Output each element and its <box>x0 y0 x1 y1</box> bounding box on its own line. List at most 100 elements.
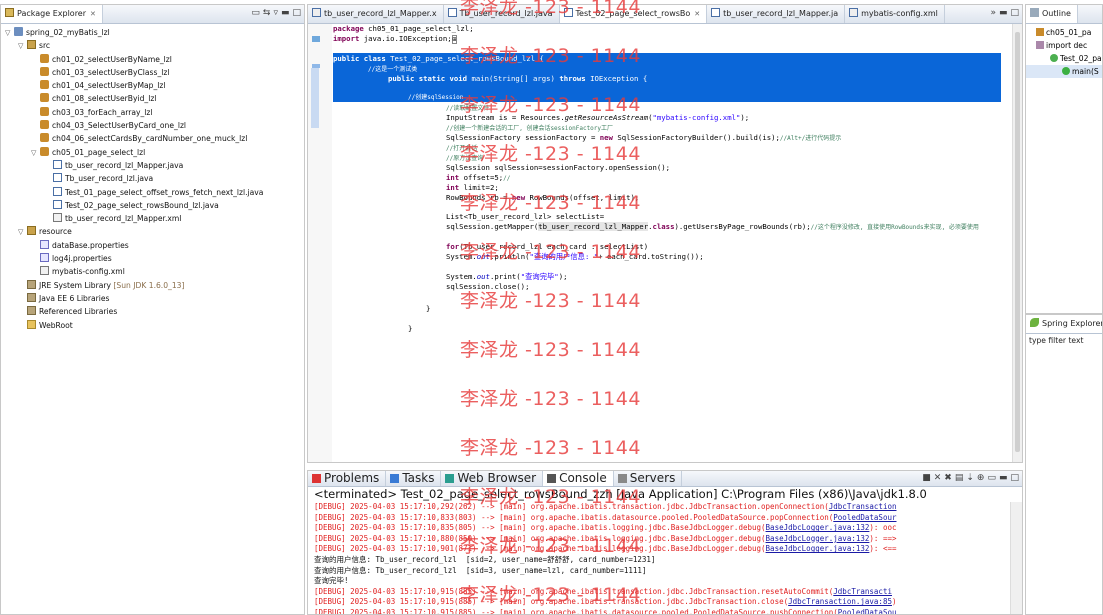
remove-all-icon[interactable]: ✖ <box>944 473 952 483</box>
code-line: System.out.println("查询的用户信息: "+ each_car… <box>446 252 704 261</box>
console-output[interactable]: [DEBUG] 2025-04-03 15:17:10,292(262) -->… <box>308 502 1010 614</box>
view-menu-icon[interactable]: ▿ <box>273 8 278 18</box>
fold-marker-icon[interactable] <box>312 36 320 42</box>
remove-launch-icon[interactable]: ✕ <box>934 473 942 483</box>
source-link[interactable]: BaseJdbcLogger.java:132 <box>766 523 870 532</box>
terminate-icon[interactable]: ■ <box>922 473 931 483</box>
minimize-icon[interactable]: ▬ <box>281 8 290 18</box>
editor-tab[interactable]: Tb_user_record_lzl.java <box>444 5 560 23</box>
tree-item[interactable]: ▽ ch05_01_page_select_lzl <box>1 146 304 159</box>
editor-tab[interactable]: mybatis-config.xml <box>845 5 945 23</box>
scrollbar-thumb[interactable] <box>1015 32 1020 452</box>
console-tab[interactable]: Servers <box>614 471 683 486</box>
tree-item[interactable]: Test_02_page_select_rowsBound_lzl.java <box>1 199 304 212</box>
code-line: System.out.print("查询完毕"); <box>446 272 568 281</box>
filter-input[interactable]: type filter text <box>1026 334 1102 348</box>
tree-item[interactable]: ch01_02_selectUserByName_lzl <box>1 53 304 66</box>
source-link[interactable]: PooledDataSour <box>833 513 896 522</box>
outline-item-label: ch05_01_pa <box>1046 28 1092 37</box>
expand-toggle-icon[interactable]: ▽ <box>31 147 40 160</box>
package-explorer-title: Package Explorer <box>17 9 87 18</box>
tab-overflow-icon[interactable]: » <box>990 8 996 18</box>
editor-tab[interactable]: Test_02_page_select_rowsBo ✕ <box>559 5 708 23</box>
clear-console-icon[interactable]: ▤ <box>955 473 964 483</box>
change-marker <box>311 68 319 128</box>
console-tab[interactable]: Tasks <box>386 471 442 486</box>
close-icon[interactable]: ✕ <box>90 10 96 18</box>
link-editor-icon[interactable]: ⇆ <box>263 8 271 18</box>
collapse-all-icon[interactable]: ▭ <box>251 8 260 18</box>
code-line: package ch05_01_page_select_lzl; <box>333 24 474 33</box>
tree-item-label: ch01_04_selectUserByMap_lzl <box>52 81 166 91</box>
source-link[interactable]: BaseJdbcLogger.java:132 <box>766 534 870 543</box>
outline-item-class[interactable]: Test_02_pa <box>1026 52 1102 65</box>
maximize-icon[interactable]: □ <box>292 8 301 18</box>
console-panel: Problems Tasks Web Browser Console Servers ■… <box>307 470 1023 615</box>
tab-outline[interactable]: Outline <box>1026 5 1078 23</box>
console-tab[interactable]: Problems <box>308 471 387 486</box>
pin-console-icon[interactable]: ⊕ <box>977 473 985 483</box>
tree-item-label: Java EE 6 Libraries <box>39 293 110 303</box>
tree-item[interactable]: ch01_08_selectUserByid_lzl <box>1 92 304 105</box>
tree-item-label: ch01_02_selectUserByName_lzl <box>52 54 172 64</box>
minimize-icon[interactable]: ▬ <box>999 8 1008 18</box>
console-tab[interactable]: Console <box>543 471 614 486</box>
tree-item[interactable]: tb_user_record_lzl_Mapper.xml <box>1 212 304 225</box>
tree-item[interactable]: Test_01_page_select_offset_rows_fetch_ne… <box>1 186 304 199</box>
code-line: int limit=2; <box>446 183 499 192</box>
source-link[interactable]: JdbcTransaction <box>829 502 897 511</box>
expand-toggle-icon[interactable]: ▽ <box>18 226 27 239</box>
tree-item[interactable]: log4j.properties <box>1 252 304 265</box>
maximize-icon[interactable]: □ <box>1010 8 1019 18</box>
outline-item-method[interactable]: main(S <box>1026 65 1102 78</box>
tree-item[interactable]: tb_user_record_lzl_Mapper.java <box>1 159 304 172</box>
tree-item[interactable]: ▽ src <box>1 39 304 52</box>
source-link[interactable]: PooledDataSou <box>838 608 897 614</box>
minimize-icon[interactable]: ▬ <box>999 473 1008 483</box>
tree-item[interactable]: ▽ resource <box>1 225 304 238</box>
display-console-icon[interactable]: ▭ <box>987 473 996 483</box>
code-area[interactable]: package ch05_01_page_select_lzl; import … <box>308 24 1012 462</box>
tab-spring-explorer[interactable]: Spring Explorer <box>1026 315 1102 333</box>
tree-item[interactable]: ▽ spring_02_myBatis_lzl <box>1 26 304 39</box>
tree-item[interactable]: Java EE 6 Libraries <box>1 292 304 305</box>
tree-item[interactable]: ch01_03_selectUserByClass_lzl <box>1 66 304 79</box>
outline-item-imports[interactable]: import dec <box>1026 39 1102 52</box>
editor-tab[interactable]: tb_user_record_lzl_Mapper.ja <box>707 5 846 23</box>
console-line: 查询的用户信息: Tb_user_record_lzl [sid=2, user… <box>308 555 1010 566</box>
tree-item[interactable]: ch04_06_selectCardsBy_cardNumber_one_muc… <box>1 132 304 145</box>
maximize-icon[interactable]: □ <box>1010 473 1019 483</box>
outline-item-package[interactable]: ch05_01_pa <box>1026 26 1102 39</box>
java-file-icon <box>53 186 62 196</box>
tab-package-explorer[interactable]: Package Explorer ✕ <box>1 5 103 23</box>
file-icon <box>849 8 859 17</box>
console-tab[interactable]: Web Browser <box>441 471 544 486</box>
tree-item[interactable]: JRE System Library [Sun JDK 1.6.0_13] <box>1 279 304 292</box>
tree-item-label: dataBase.properties <box>52 240 129 250</box>
source-link[interactable]: JdbcTransacti <box>833 587 892 596</box>
source-link[interactable]: JdbcTransaction.java:85 <box>788 597 892 606</box>
tree-item[interactable]: ch03_03_forEach_array_lzl <box>1 106 304 119</box>
library-icon <box>27 279 36 289</box>
source-link[interactable]: BaseJdbcLogger.java:132 <box>766 544 870 553</box>
tree-item[interactable]: mybatis-config.xml <box>1 265 304 278</box>
tree-item[interactable]: Referenced Libraries <box>1 305 304 318</box>
console-line-text: [DEBUG] 2025-04-03 15:17:10,292(262) -->… <box>314 502 829 511</box>
expand-toggle-icon[interactable]: ▽ <box>5 27 14 40</box>
scroll-lock-icon[interactable]: ⇣ <box>966 473 974 483</box>
editor-tab[interactable]: tb_user_record_lzl_Mapper.x <box>308 5 444 23</box>
tree-item[interactable]: ch04_03_SelectUserByCard_one_lzl <box>1 119 304 132</box>
console-line-text: 查询的用户信息: Tb_user_record_lzl [sid=3, user… <box>314 565 647 575</box>
tree-item[interactable]: WebRoot <box>1 319 304 332</box>
tree-item[interactable]: dataBase.properties <box>1 239 304 252</box>
tree-item-label: WebRoot <box>39 320 73 330</box>
editor-vertical-scrollbar[interactable] <box>1012 24 1022 462</box>
console-tab-label: Console <box>559 471 607 485</box>
properties-file-icon <box>40 239 49 249</box>
tree-item[interactable]: Tb_user_record_lzl.java <box>1 172 304 185</box>
tree-item[interactable]: ch01_04_selectUserByMap_lzl <box>1 79 304 92</box>
console-scrollbar[interactable] <box>1010 502 1022 614</box>
close-icon[interactable]: ✕ <box>694 10 700 18</box>
expand-toggle-icon[interactable]: ▽ <box>18 40 27 53</box>
console-launch-header: <terminated> Test_02_page_select_rowsBou… <box>314 487 927 501</box>
